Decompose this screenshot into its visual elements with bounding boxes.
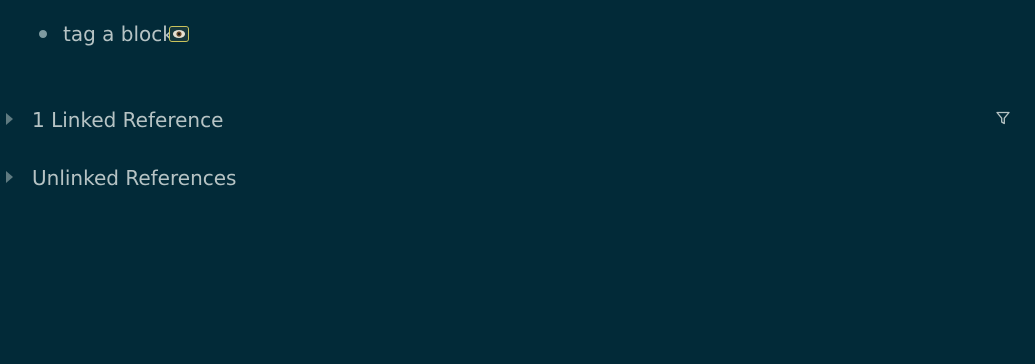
linked-references-section[interactable]: 1 Linked Reference: [0, 105, 1035, 135]
block-text[interactable]: tag a block: [63, 20, 174, 48]
unlinked-references-section[interactable]: Unlinked References: [0, 163, 1035, 193]
block-bullet[interactable]: [39, 30, 47, 38]
collapse-caret-icon[interactable]: [6, 113, 13, 125]
filter-icon[interactable]: [994, 108, 1012, 128]
linked-references-title[interactable]: 1 Linked Reference: [32, 105, 223, 135]
page-content: tag a block 1 Linked Reference Unlinked …: [0, 0, 1035, 364]
collapse-caret-icon[interactable]: [6, 171, 13, 183]
eye-emoji-icon[interactable]: [169, 26, 189, 42]
unlinked-references-title[interactable]: Unlinked References: [32, 163, 236, 193]
